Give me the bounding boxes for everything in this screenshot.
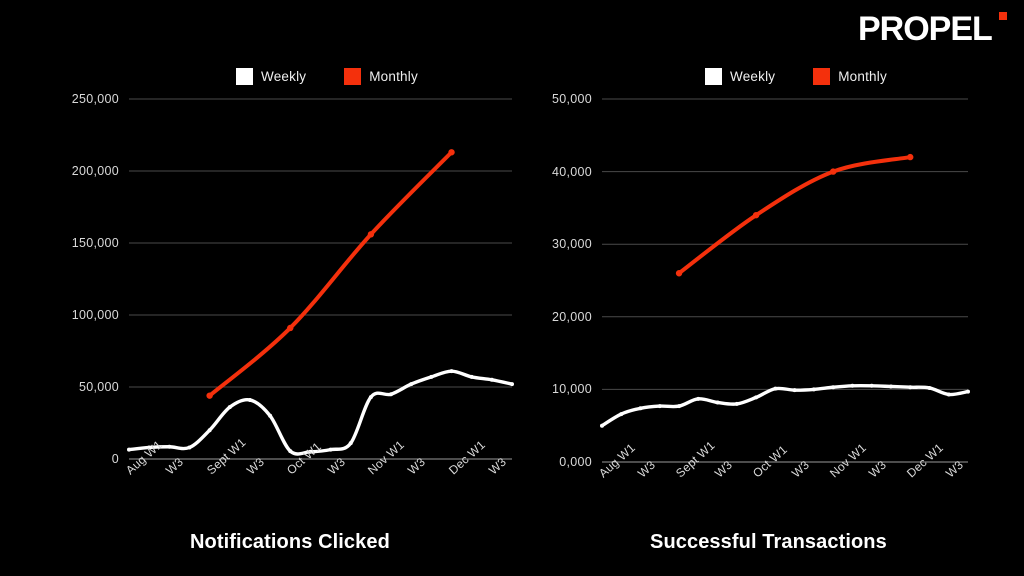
chart-panel-notifications-clicked: Weekly Monthly 0 50,000 100,000 150,000 200,…	[0, 0, 530, 576]
chart-svg-notifications	[127, 98, 514, 460]
y-axis-tick-label: 200,000	[71, 164, 119, 178]
y-axis-tick-label: 10,000	[551, 382, 592, 397]
y-axis-tick-label: 250,000	[71, 92, 119, 106]
y-axis-tick-label: 50,000	[78, 380, 119, 394]
plot-area-transactions: 0,000 10,000 20,000 30,000 40,000 50,000 Aug W…	[530, 0, 1024, 500]
y-axis-tick-label: 50,000	[551, 92, 592, 106]
y-axis-tick-label: 0	[111, 452, 119, 466]
chart-title-notifications: Notifications Clicked	[190, 531, 390, 553]
y-axis-tick-label: 100,000	[71, 308, 119, 322]
plot-area-notifications: 0 50,000 100,000 150,000 200,000 250,000 Aug W…	[0, 0, 530, 500]
y-axis-tick-label: 150,000	[71, 236, 119, 250]
chart-panel-successful-transactions: Weekly Monthly 0,000 10,000 20,000 30,000 40…	[530, 0, 1024, 576]
y-axis-tick-label: 40,000	[551, 164, 592, 179]
y-axis-tick-label: 20,000	[551, 309, 592, 324]
chart-title-transactions: Successful Transactions	[650, 531, 887, 553]
y-axis-tick-label: 0,000	[559, 455, 592, 469]
y-axis-tick-label: 30,000	[551, 237, 592, 252]
chart-svg-transactions	[600, 98, 970, 463]
